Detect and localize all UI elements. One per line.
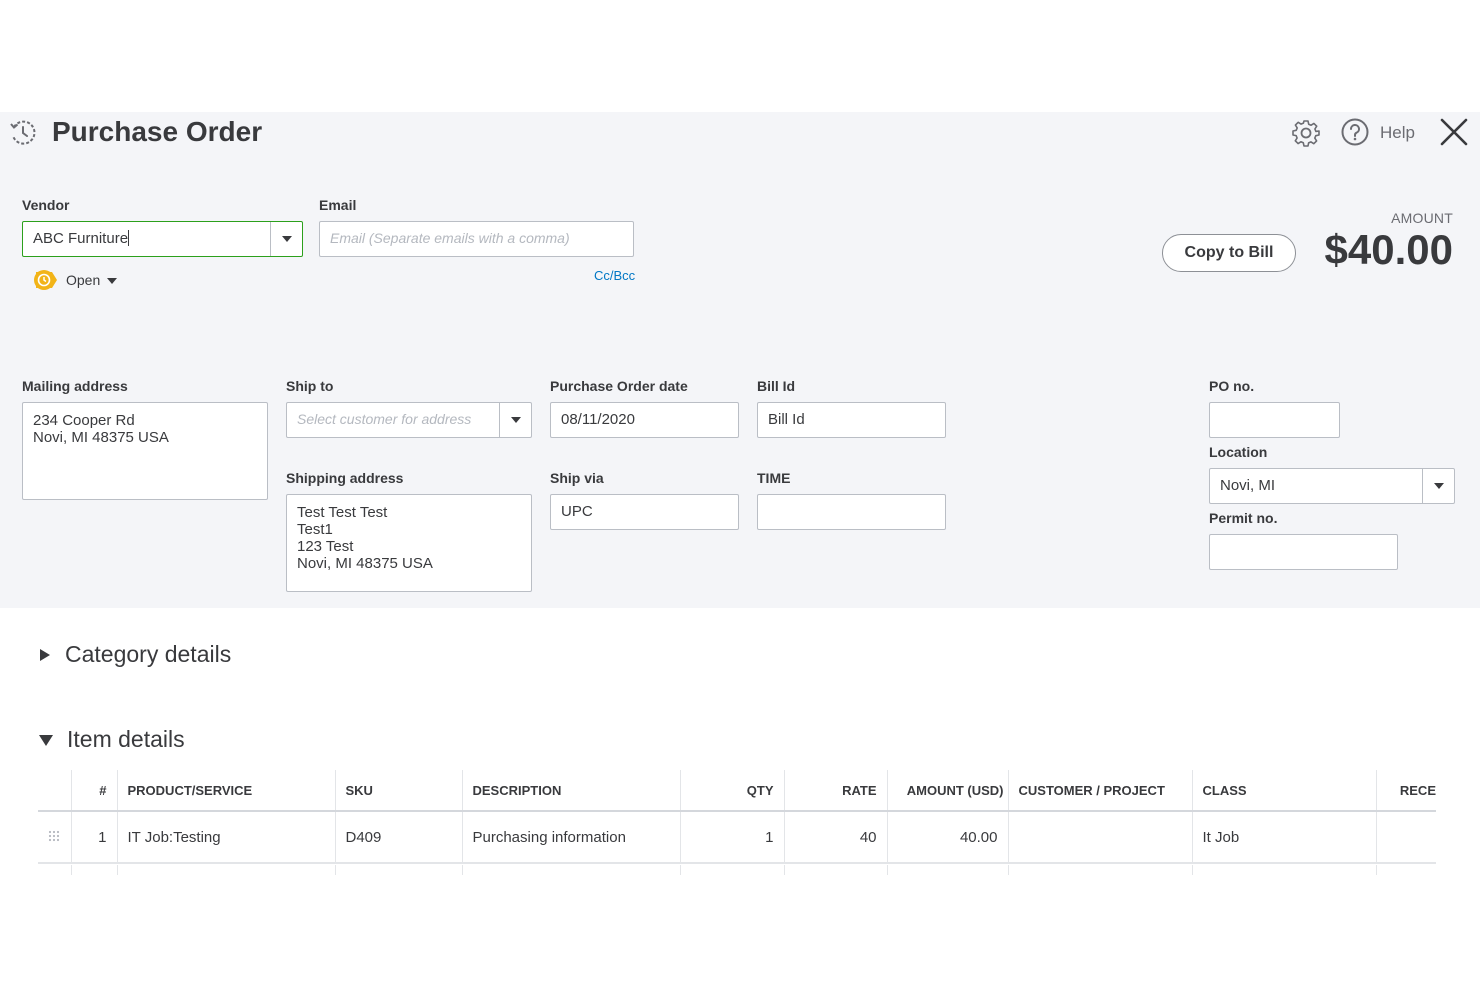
chevron-down-icon	[107, 277, 118, 284]
mailing-address-label: Mailing address	[22, 378, 128, 394]
sku-cell[interactable]: D409	[334, 811, 462, 864]
column-divider	[335, 865, 336, 875]
line-number-cell: 1	[70, 811, 117, 864]
column-header: AMOUNT (USD)	[886, 770, 1008, 812]
column-header	[38, 770, 71, 812]
ship-to-placeholder: Select customer for address	[297, 411, 472, 427]
category-details-title: Category details	[65, 641, 232, 667]
shipping-address-field[interactable]: Test Test Test Test1 123 Test Novi, MI 4…	[286, 494, 532, 592]
po-date-field[interactable]: 08/11/2020	[550, 402, 739, 438]
purchase-order-page: Purchase Order Help Vendor ABC Furniture	[0, 0, 1480, 987]
vendor-select[interactable]: ABC Furniture	[22, 221, 303, 257]
status-dropdown[interactable]: Open	[32, 268, 118, 292]
triangle-down-icon	[39, 734, 53, 746]
email-field[interactable]: Email (Separate emails with a comma)	[319, 221, 634, 257]
item-details-title: Item details	[67, 726, 185, 752]
location-label: Location	[1209, 444, 1268, 460]
po-number-label: PO no.	[1209, 378, 1255, 394]
column-header: CLASS	[1191, 770, 1376, 812]
chevron-down-icon	[281, 236, 292, 242]
amount-label: AMOUNT	[1391, 210, 1453, 226]
recent-transactions-icon[interactable]	[8, 118, 38, 148]
ship-to-select[interactable]: Select customer for address	[286, 402, 532, 438]
column-header: QTY	[679, 770, 784, 812]
column-header: DESCRIPTION	[461, 770, 680, 812]
help-link[interactable]: Help	[1380, 123, 1415, 143]
qty-cell[interactable]: 1	[679, 811, 784, 864]
class-cell[interactable]: It Job	[1191, 811, 1376, 864]
cc-bcc-link[interactable]: Cc/Bcc	[594, 268, 635, 283]
settings-gear-icon[interactable]	[1290, 117, 1322, 149]
column-divider	[1008, 865, 1009, 875]
product-service-cell[interactable]: IT Job:Testing	[116, 811, 335, 864]
column-divider	[117, 865, 118, 875]
ship-via-label: Ship via	[550, 470, 604, 486]
column-header: SKU	[334, 770, 462, 812]
bill-id-field[interactable]: Bill Id	[757, 402, 946, 438]
column-header: CUSTOMER / PROJECT	[1007, 770, 1192, 812]
address-line: Novi, MI 48375 USA	[33, 429, 169, 446]
close-icon[interactable]	[1438, 116, 1470, 148]
address-line: Test1	[297, 521, 333, 538]
category-details-toggle[interactable]: Category details	[38, 641, 231, 668]
help-icon[interactable]	[1340, 117, 1370, 147]
column-header: RECE	[1375, 770, 1436, 812]
item-details-toggle[interactable]: Item details	[38, 726, 185, 753]
column-divider	[784, 865, 785, 875]
vendor-value: ABC Furniture	[33, 230, 129, 247]
time-label: TIME	[757, 470, 791, 486]
location-dropdown-button[interactable]	[1422, 469, 1454, 503]
column-divider	[680, 865, 681, 875]
column-divider	[1376, 865, 1377, 875]
address-line: Test Test Test	[297, 504, 388, 521]
page-title: Purchase Order	[52, 116, 263, 147]
received-cell[interactable]	[1375, 811, 1436, 864]
vendor-label: Vendor	[22, 197, 70, 213]
shipping-address-label: Shipping address	[286, 470, 404, 486]
chevron-down-icon	[1433, 483, 1444, 489]
column-header: PRODUCT/SERVICE	[116, 770, 335, 812]
time-field[interactable]	[757, 494, 946, 530]
permit-number-label: Permit no.	[1209, 510, 1278, 526]
drag-handle-icon[interactable]	[38, 811, 71, 864]
mailing-address-field[interactable]: 234 Cooper Rd Novi, MI 48375 USA	[22, 402, 268, 500]
rate-cell[interactable]: 40	[783, 811, 887, 864]
table-row[interactable]: 1 IT Job:Testing D409 Purchasing informa…	[38, 811, 1436, 864]
address-line: 234 Cooper Rd	[33, 412, 135, 429]
item-details-table: # PRODUCT/SERVICE SKU DESCRIPTION QTY RA…	[38, 770, 1436, 864]
table-header-row: # PRODUCT/SERVICE SKU DESCRIPTION QTY RA…	[38, 770, 1436, 812]
customer-project-cell[interactable]	[1007, 811, 1192, 864]
ship-via-field[interactable]: UPC	[550, 494, 739, 530]
vendor-dropdown-button[interactable]	[270, 222, 302, 256]
column-divider	[71, 865, 72, 875]
permit-number-field[interactable]	[1209, 534, 1398, 570]
column-divider	[887, 865, 888, 875]
bill-id-label: Bill Id	[757, 378, 796, 394]
column-divider	[462, 865, 463, 875]
status-clock-icon	[34, 270, 57, 290]
location-value: Novi, MI	[1220, 477, 1276, 494]
column-header: RATE	[783, 770, 887, 812]
ship-to-dropdown-button[interactable]	[499, 403, 531, 437]
ship-to-label: Ship to	[286, 378, 334, 394]
address-line: Novi, MI 48375 USA	[297, 555, 433, 572]
email-label: Email	[319, 197, 357, 213]
chevron-down-icon	[510, 417, 521, 423]
amount-cell[interactable]: 40.00	[886, 811, 1008, 864]
location-select[interactable]: Novi, MI	[1209, 468, 1455, 504]
column-divider	[1192, 865, 1193, 875]
address-line: 123 Test	[297, 538, 354, 555]
description-cell[interactable]: Purchasing information	[461, 811, 680, 864]
status-label: Open	[66, 272, 101, 288]
po-date-label: Purchase Order date	[550, 378, 688, 394]
amount-total: $40.00	[1324, 226, 1453, 273]
triangle-right-icon	[40, 648, 50, 661]
text-cursor	[128, 230, 130, 246]
po-number-field[interactable]	[1209, 402, 1340, 438]
copy-to-bill-button[interactable]: Copy to Bill	[1162, 234, 1296, 272]
column-header: #	[70, 770, 117, 812]
